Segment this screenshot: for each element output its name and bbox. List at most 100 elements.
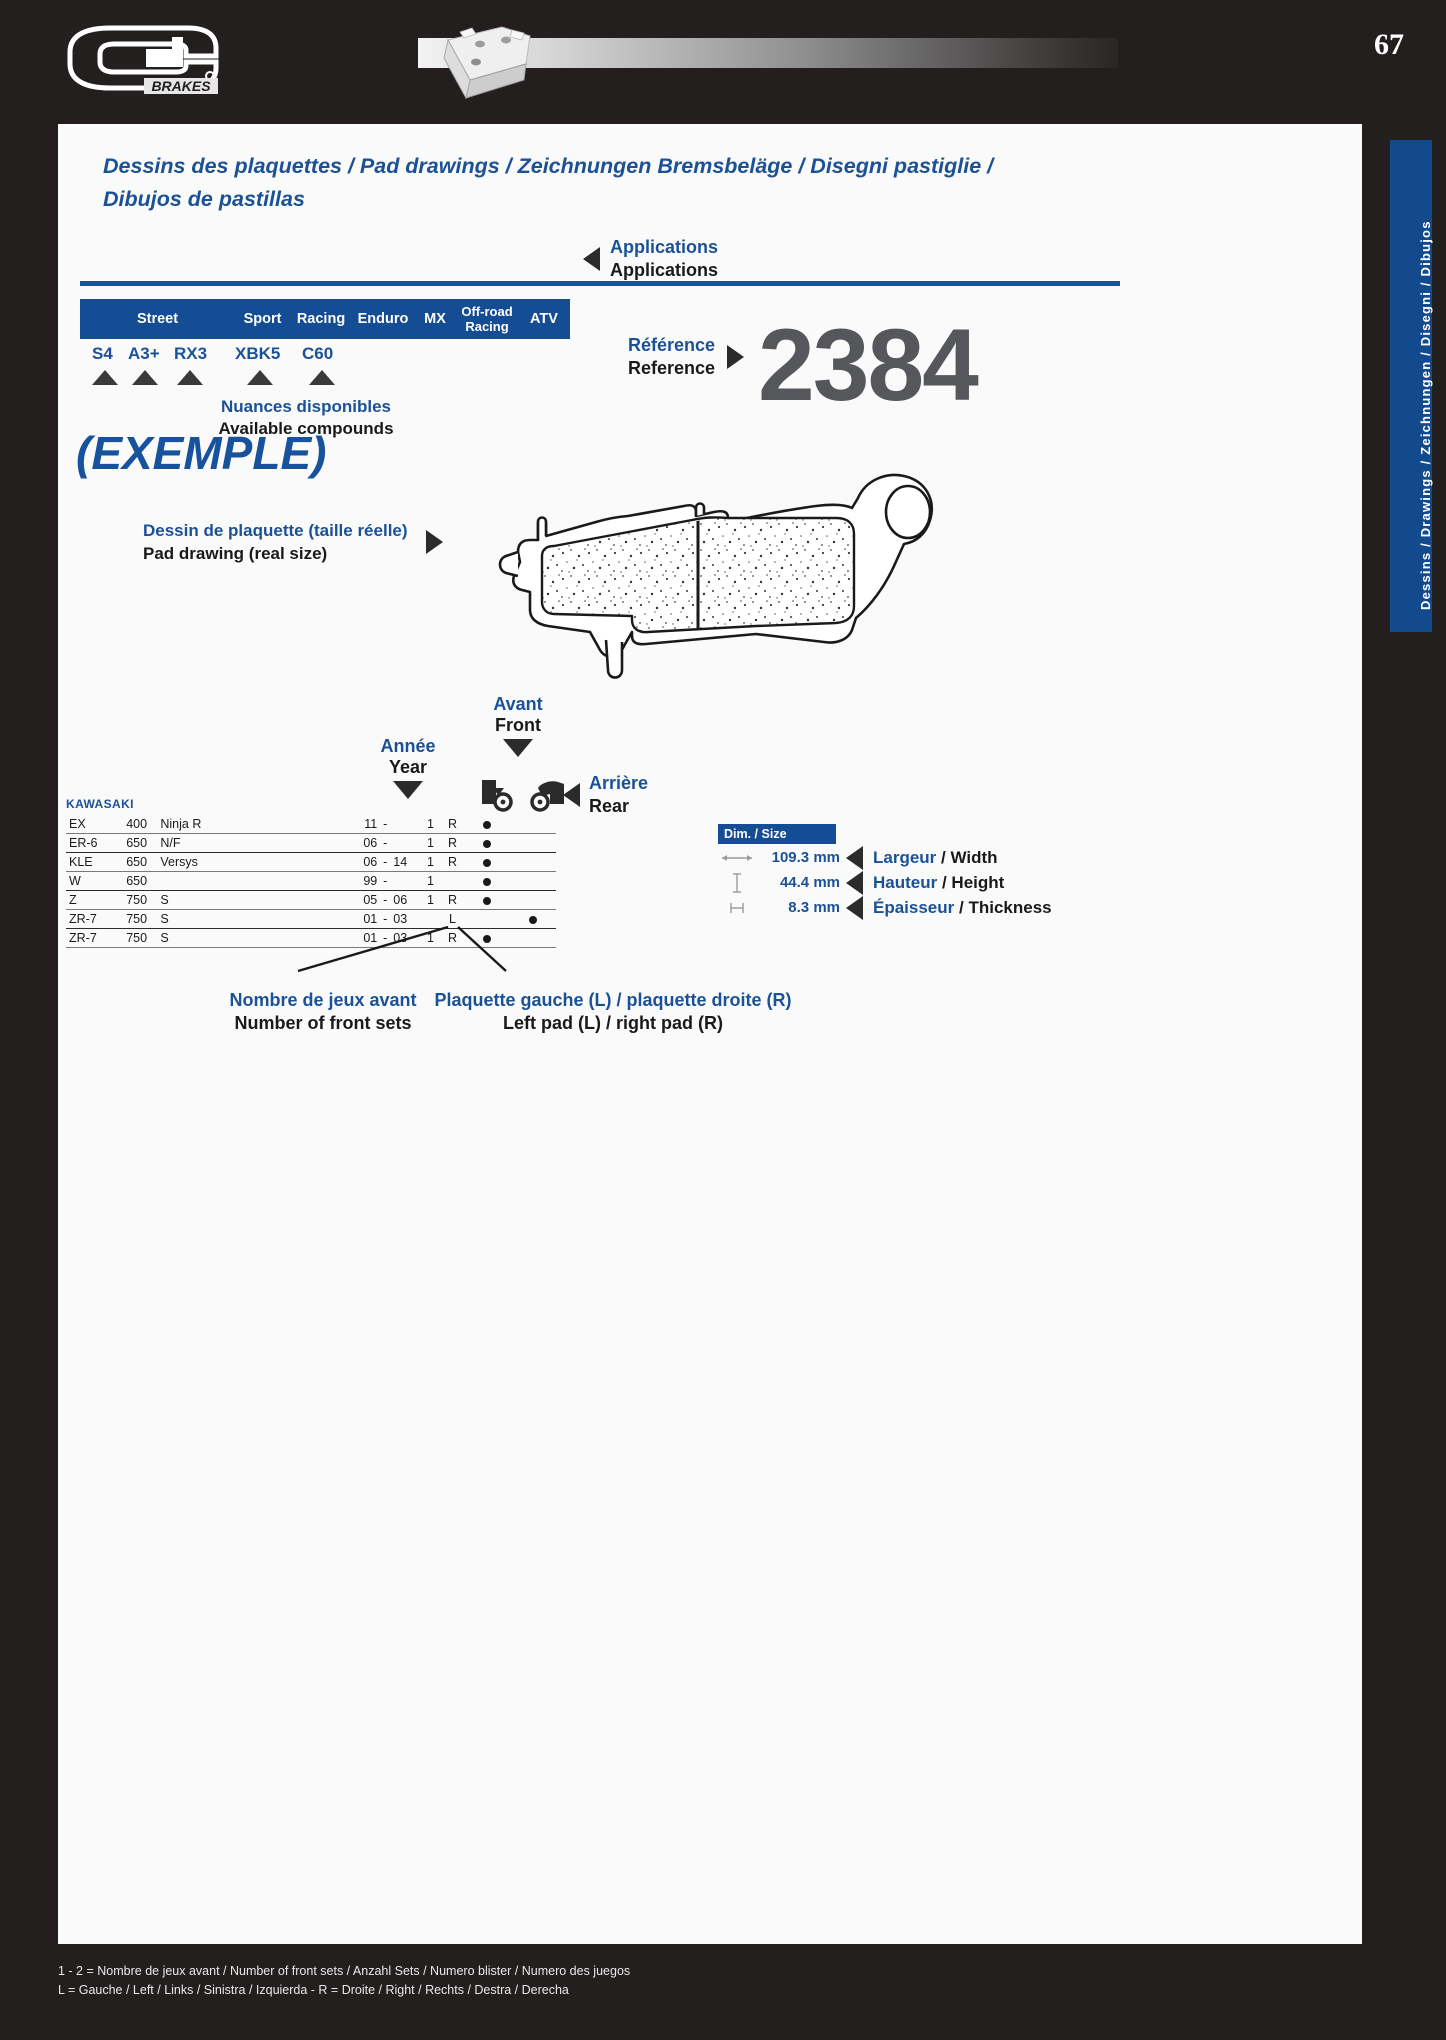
category-label: Enduro — [357, 310, 409, 327]
compound-c60: C60 — [302, 344, 334, 363]
cell-year-to — [393, 815, 420, 834]
category-label: ATV — [530, 310, 558, 327]
category-atv: ATV — [518, 299, 570, 339]
triangle-up-icon — [247, 370, 273, 385]
year-callout-fr: Année — [380, 736, 436, 756]
example-label: (EXEMPLE) — [76, 427, 327, 479]
cell-rear-marker — [509, 833, 556, 853]
compound-xbk5: XBK5 — [235, 344, 281, 363]
rear-callout-fr: Arrière — [589, 773, 649, 793]
cell-front-marker — [463, 871, 510, 891]
page-footer: 1 - 2 = Nombre de jeux avant / Number of… — [58, 1962, 1258, 2000]
cell-year-from: 06 — [351, 833, 378, 853]
bottom-callout-lr: Plaquette gauche (L) / plaquette droite … — [413, 989, 813, 1035]
left-arrow-icon — [846, 870, 863, 895]
cell-rear-marker — [509, 815, 556, 834]
cell-front-sets: 1 — [419, 852, 442, 872]
right-arrow-icon — [727, 345, 745, 369]
height-icon — [718, 872, 756, 894]
height-label-en: Height — [951, 872, 1005, 892]
pad-drawing-callout-fr: Dessin de plaquette (taille réelle) — [143, 521, 408, 540]
category-label: Street — [136, 310, 179, 327]
cell-rear-marker — [509, 871, 556, 891]
cell-version: N/F — [160, 833, 352, 853]
cell-year-to — [393, 871, 420, 891]
cell-model: KLE — [66, 852, 127, 872]
cell-year-from: 06 — [351, 852, 378, 872]
cell-year-to: 06 — [393, 890, 420, 910]
front-dot-icon — [482, 839, 491, 848]
cell-front-sets: 1 — [419, 871, 442, 891]
down-arrow-icon — [503, 739, 533, 757]
table-row: KLE 650 Versys 06-14 1 R — [66, 852, 556, 872]
cell-year-to — [393, 833, 420, 853]
cell-version — [160, 871, 352, 891]
page-title: Dessins des plaquettes / Pad drawings / … — [103, 150, 1283, 216]
rear-callout-en: Rear — [589, 796, 630, 816]
cell-front-marker — [463, 890, 510, 910]
cell-model: EX — [66, 815, 127, 834]
cell-version: Versys — [160, 852, 352, 872]
dimension-row-height: 44.4 mm Hauteur / Height — [718, 870, 1168, 895]
category-bar: Street Sport Racing Enduro MX Off-road R… — [80, 299, 570, 339]
category-label: MX — [424, 310, 446, 327]
left-arrow-icon — [846, 845, 863, 870]
cell-displacement: 650 — [126, 871, 161, 891]
table-row: Z 750 S 05-06 1 R — [66, 890, 556, 910]
height-value: 44.4 mm — [779, 874, 840, 891]
cell-front-marker — [463, 833, 510, 853]
reference-label-en: Reference — [628, 358, 716, 378]
height-label-sep: / — [941, 872, 952, 892]
dimensions-header: Dim. / Size — [718, 824, 836, 844]
category-mx: MX — [414, 299, 456, 339]
front-dot-icon — [482, 858, 491, 867]
bottom-callout-lr-fr: Plaquette gauche (L) / plaquette droite … — [434, 990, 792, 1010]
compounds-caption-fr: Nuances disponibles — [220, 397, 392, 416]
cell-year-dash: - — [377, 852, 394, 872]
category-offroad-racing: Off-road Racing — [456, 299, 518, 339]
side-section-tab: Dessins / Drawings / Zeichnungen / Diseg… — [1390, 140, 1433, 632]
page-title-line2: Dibujos de pastillas — [103, 187, 305, 211]
cell-model: ER-6 — [66, 833, 127, 853]
cell-left-right: R — [441, 833, 464, 853]
logo-brakes-text: BRAKES — [151, 78, 211, 94]
front-dot-icon — [482, 820, 491, 829]
category-sport: Sport — [235, 299, 290, 339]
category-street: Street — [80, 299, 235, 339]
left-arrow-icon — [583, 247, 600, 271]
triangle-up-icon — [309, 370, 335, 385]
cl-brakes-logo: BRAKES — [58, 22, 223, 95]
cell-displacement: 750 — [126, 890, 161, 910]
left-arrow-icon — [846, 895, 863, 920]
cell-front-sets: 1 — [419, 815, 442, 834]
cell-rear-marker — [509, 852, 556, 872]
footer-line2: L = Gauche / Left / Links / Sinistra / I… — [58, 1983, 569, 1997]
category-enduro: Enduro — [352, 299, 414, 339]
category-label: Off-road Racing — [461, 304, 513, 334]
year-callout-en: Year — [388, 757, 428, 777]
cell-year-from: 99 — [351, 871, 378, 891]
cell-year-dash: - — [377, 871, 394, 891]
dimension-row-width: 109.3 mm Largeur / Width — [718, 845, 1168, 870]
brake-pad-photo — [443, 26, 531, 100]
cell-front-sets: 1 — [419, 833, 442, 853]
bottom-callout-lr-en: Left pad (L) / right pad (R) — [503, 1013, 723, 1033]
side-tab-label: Dessins / Drawings / Zeichnungen / Diseg… — [1418, 220, 1433, 610]
cell-left-right: R — [441, 890, 464, 910]
compound-s4: S4 — [92, 344, 113, 363]
year-callout: Année Year — [353, 736, 463, 799]
cell-year-dash: - — [377, 890, 394, 910]
front-callout-en: Front — [495, 715, 541, 735]
cell-front-marker — [463, 815, 510, 834]
triangle-up-icon — [177, 370, 203, 385]
top-header-band: BRAKES 67 — [0, 0, 1446, 115]
compound-row: S4 A3+ RX3 XBK5 C60 — [80, 344, 570, 366]
cell-year-to: 14 — [393, 852, 420, 872]
reference-number: 2384 — [758, 308, 979, 422]
cell-year-from: 05 — [351, 890, 378, 910]
cell-version: S — [160, 890, 352, 910]
front-dot-icon — [482, 877, 491, 886]
table-row: ER-6 650 N/F 06- 1 R — [66, 833, 556, 853]
cell-left-right — [441, 871, 464, 891]
cell-model: Z — [66, 890, 127, 910]
